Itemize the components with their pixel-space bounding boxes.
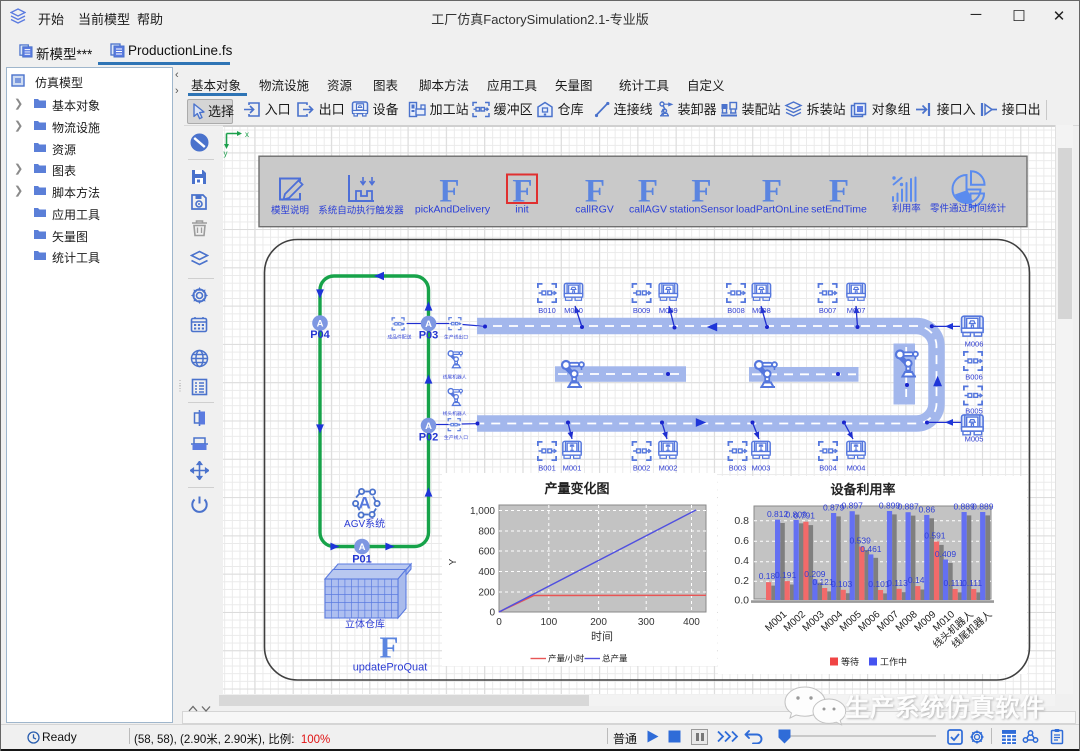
svg-text:M004: M004 — [847, 464, 866, 473]
svg-text:0.2: 0.2 — [734, 575, 749, 587]
svg-text:总产量: 总产量 — [602, 654, 628, 664]
svg-text:200: 200 — [478, 588, 495, 599]
svg-text:生产线入口: 生产线入口 — [444, 434, 468, 441]
svg-text:0.591: 0.591 — [924, 531, 946, 541]
svg-text:时间: 时间 — [591, 630, 613, 643]
svg-text:0.6: 0.6 — [734, 535, 749, 547]
svg-text:M007: M007 — [847, 306, 866, 315]
svg-text:B007: B007 — [819, 306, 837, 315]
svg-text:0: 0 — [489, 608, 495, 619]
svg-text:0.897: 0.897 — [842, 501, 864, 511]
svg-text:B003: B003 — [729, 464, 747, 473]
svg-text:M008: M008 — [752, 306, 771, 315]
svg-text:M002: M002 — [659, 464, 678, 473]
svg-text:M001: M001 — [563, 464, 582, 473]
svg-text:0.111: 0.111 — [962, 578, 982, 588]
svg-text:0.791: 0.791 — [794, 511, 816, 521]
svg-text:B001: B001 — [538, 464, 556, 473]
svg-text:M006: M006 — [965, 340, 984, 349]
svg-text:100: 100 — [540, 617, 557, 628]
svg-text:0.887: 0.887 — [897, 502, 919, 512]
svg-text:0: 0 — [496, 617, 502, 628]
svg-text:0.4: 0.4 — [734, 555, 749, 567]
svg-text:线尾机器人: 线尾机器人 — [443, 373, 467, 380]
svg-text:B002: B002 — [633, 464, 651, 473]
svg-text:loadPartOnLine: loadPartOnLine — [736, 204, 809, 216]
svg-text:P04: P04 — [310, 329, 330, 341]
svg-text:0.409: 0.409 — [935, 549, 957, 559]
svg-text:Y: Y — [448, 558, 459, 565]
svg-text:setEndTime: setEndTime — [811, 204, 867, 216]
svg-text:callAGV: callAGV — [629, 204, 667, 216]
svg-text:生产线出口: 生产线出口 — [444, 334, 468, 341]
svg-text:线头机器人: 线头机器人 — [443, 410, 467, 417]
svg-text:0.86: 0.86 — [919, 504, 936, 514]
svg-text:工作中: 工作中 — [880, 656, 907, 667]
svg-text:A: A — [425, 421, 432, 432]
svg-text:M010: M010 — [564, 306, 583, 315]
svg-text:400: 400 — [478, 567, 495, 578]
svg-text:系统自动执行触发器: 系统自动执行触发器 — [318, 205, 404, 217]
svg-text:600: 600 — [478, 547, 495, 558]
svg-text:A: A — [317, 318, 324, 329]
svg-text:AGV系统: AGV系统 — [344, 517, 385, 530]
svg-text:B008: B008 — [727, 306, 745, 315]
svg-text:init: init — [515, 204, 529, 216]
svg-text:利用率: 利用率 — [892, 203, 921, 215]
svg-text:设备利用率: 设备利用率 — [830, 482, 895, 497]
svg-text:0.103: 0.103 — [831, 579, 853, 589]
svg-text:0.113: 0.113 — [887, 578, 908, 588]
svg-text:0.191: 0.191 — [775, 570, 797, 580]
svg-text:0.889: 0.889 — [972, 502, 994, 512]
svg-text:stationSensor: stationSensor — [669, 204, 734, 216]
svg-text:A: A — [359, 542, 366, 553]
svg-text:400: 400 — [683, 617, 700, 628]
svg-text:0.18: 0.18 — [759, 571, 776, 581]
svg-text:P02: P02 — [419, 432, 439, 444]
svg-text:200: 200 — [590, 617, 607, 628]
svg-text:M005: M005 — [965, 435, 984, 444]
svg-text:updateProQuat: updateProQuat — [353, 662, 428, 674]
svg-text:0.8: 0.8 — [734, 515, 749, 527]
svg-text:callRGV: callRGV — [575, 204, 614, 216]
svg-text:A: A — [425, 319, 432, 330]
svg-text:y: y — [224, 149, 228, 158]
svg-text:M009: M009 — [659, 306, 678, 315]
svg-text:B004: B004 — [819, 464, 837, 473]
svg-text:产量/小时: 产量/小时 — [548, 654, 585, 664]
svg-text:0.0: 0.0 — [734, 595, 749, 607]
svg-text:F: F — [380, 630, 399, 665]
svg-text:0.111: 0.111 — [943, 578, 963, 588]
svg-text:pickAndDelivery: pickAndDelivery — [415, 204, 491, 216]
svg-text:等待: 等待 — [841, 656, 859, 667]
svg-text:模型说明: 模型说明 — [271, 205, 309, 217]
svg-text:零件通过时间统计: 零件通过时间统计 — [930, 203, 1007, 215]
svg-text:B010: B010 — [538, 306, 556, 315]
svg-text:成品件配送: 成品件配送 — [387, 334, 411, 341]
svg-text:x: x — [245, 130, 249, 139]
svg-text:P03: P03 — [419, 330, 439, 342]
svg-text:产量变化图: 产量变化图 — [544, 481, 609, 496]
svg-text:1,000: 1,000 — [470, 506, 495, 517]
svg-text:800: 800 — [478, 527, 495, 538]
svg-text:B006: B006 — [965, 373, 983, 382]
svg-text:M003: M003 — [752, 464, 771, 473]
svg-text:0.14: 0.14 — [908, 575, 925, 585]
svg-text:0.461: 0.461 — [860, 544, 882, 554]
svg-text:300: 300 — [638, 617, 655, 628]
svg-text:B009: B009 — [633, 306, 651, 315]
